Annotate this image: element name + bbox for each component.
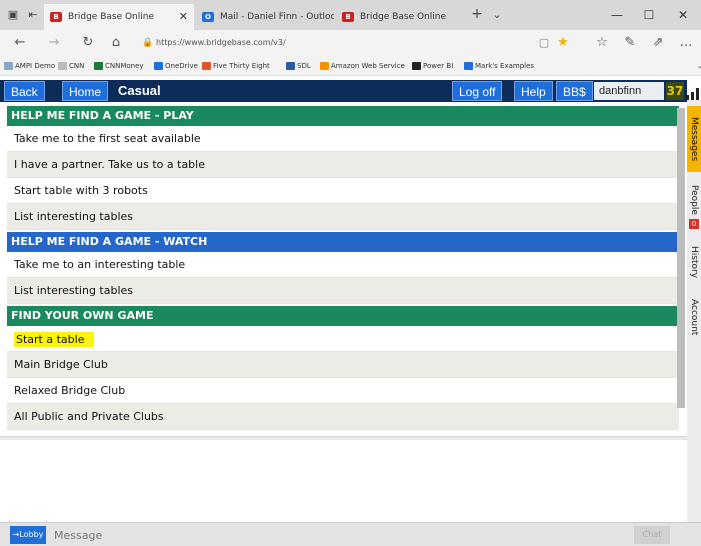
fav-ampi-demo[interactable]: AMPI Demo — [4, 59, 55, 73]
help-button[interactable]: Help — [514, 81, 553, 101]
new-tab-icon[interactable]: + — [470, 7, 484, 21]
menu-item[interactable]: Take me to the first seat available — [7, 126, 679, 152]
maximize-icon[interactable]: ☐ — [634, 4, 664, 26]
menu-list: HELP ME FIND A GAME - PLAY Take me to th… — [0, 106, 687, 436]
chat-bar: →Lobby Chat — [0, 522, 701, 546]
fav-cnn[interactable]: CNN — [58, 59, 84, 73]
tab-label: Mail - Daniel Finn - Outlook — [220, 12, 334, 22]
menu-item[interactable]: All Public and Private Clubs — [7, 404, 679, 430]
section-header-play: HELP ME FIND A GAME - PLAY — [7, 106, 679, 126]
username-display[interactable]: danbfinn — [594, 82, 664, 100]
fav-five-thirty-eight[interactable]: Five Thirty Eight — [202, 59, 270, 73]
tab-label: Bridge Base Online — [68, 12, 155, 22]
fav-sdl[interactable]: SDL — [286, 59, 311, 73]
tab-messages[interactable]: Messages — [687, 106, 701, 172]
menu-item-start-table[interactable]: Start a table — [7, 326, 679, 352]
message-input[interactable] — [50, 526, 630, 544]
reading-view-icon[interactable]: ▢ — [534, 33, 554, 53]
tab-actions-icon[interactable]: ▣ — [6, 8, 20, 22]
app-header: Back Home Casual Log off Help BB$ danbfi… — [0, 80, 699, 102]
favorites-hub-icon[interactable]: ☆ — [592, 33, 612, 53]
bbo-icon: B — [342, 12, 354, 22]
bbs-button[interactable]: BB$ — [556, 81, 593, 101]
chevron-down-icon[interactable]: ⌄ — [490, 8, 504, 22]
lock-icon: 🔒 — [142, 38, 154, 48]
pen-icon[interactable]: ✎ — [620, 33, 640, 53]
menu-item[interactable]: List interesting tables — [7, 278, 679, 304]
url-field[interactable]: 🔒 https://www.bridgebase.com/v3/ — [140, 34, 520, 52]
scrollbar[interactable] — [677, 108, 685, 408]
chat-button[interactable]: Chat — [634, 526, 670, 544]
close-window-icon[interactable]: ✕ — [668, 4, 698, 26]
favorite-star-icon[interactable]: ★ — [553, 33, 573, 53]
fav-power-bi[interactable]: Power BI — [412, 59, 453, 73]
home-icon[interactable]: ⌂ — [106, 33, 126, 53]
tab-people-label: People — [689, 184, 699, 215]
tab-preview-icon[interactable]: ⇤ — [26, 8, 40, 22]
close-icon[interactable]: ✕ — [179, 4, 188, 30]
refresh-icon[interactable]: ↻ — [78, 33, 98, 53]
people-count-badge: 0 — [689, 219, 699, 230]
favorites-bar: AMPI Demo CNN CNNMoney OneDrive Five Thi… — [0, 56, 701, 76]
tab-label: Bridge Base Online — [360, 12, 447, 22]
menu-item[interactable]: List interesting tables — [7, 204, 679, 230]
browser-tab-outlook[interactable]: O Mail - Daniel Finn - Outlook — [196, 4, 334, 30]
status-badge: 37 — [666, 82, 684, 100]
back-button[interactable]: Back — [4, 81, 45, 101]
browser-tab-bbo-2[interactable]: B Bridge Base Online — [336, 4, 466, 30]
splitter[interactable] — [0, 436, 687, 440]
address-bar: ← → ↻ ⌂ 🔒 https://www.bridgebase.com/v3/… — [0, 30, 701, 56]
tab-people[interactable]: People 0 — [687, 180, 701, 234]
section-header-watch: HELP ME FIND A GAME - WATCH — [7, 232, 679, 252]
page-title: Casual — [118, 83, 161, 98]
share-icon[interactable]: ⇗ — [648, 33, 668, 53]
fav-cnnmoney[interactable]: CNNMoney — [94, 59, 144, 73]
menu-item[interactable]: I have a partner. Take us to a table — [7, 152, 679, 178]
bbo-icon: B — [50, 12, 62, 22]
logoff-button[interactable]: Log off — [452, 81, 503, 101]
lobby-button[interactable]: →Lobby — [10, 526, 46, 544]
tab-account[interactable]: Account — [687, 292, 701, 342]
outlook-icon: O — [202, 12, 214, 22]
forward-arrow-icon[interactable]: → — [44, 33, 64, 53]
fav-marks-examples[interactable]: Mark's Examples — [464, 59, 534, 73]
fav-onedrive[interactable]: OneDrive — [154, 59, 198, 73]
minimize-icon[interactable]: — — [602, 4, 632, 26]
chevron-down-icon[interactable]: ⌄ — [686, 59, 701, 73]
menu-item[interactable]: Relaxed Bridge Club — [7, 378, 679, 404]
home-button[interactable]: Home — [62, 81, 109, 101]
menu-item[interactable]: Start table with 3 robots — [7, 178, 679, 204]
menu-item[interactable]: Main Bridge Club — [7, 352, 679, 378]
browser-tab-bar: ▣ ⇤ B Bridge Base Online ✕ O Mail - Dani… — [0, 0, 701, 30]
section-header-find-own: FIND YOUR OWN GAME — [7, 306, 679, 326]
side-tab-bar: Messages People 0 History Account — [687, 100, 701, 522]
menu-item[interactable]: Take me to an interesting table — [7, 252, 679, 278]
fav-amazon-web-service[interactable]: Amazon Web Service — [320, 59, 405, 73]
url-text: https://www.bridgebase.com/v3/ — [156, 38, 286, 47]
back-arrow-icon[interactable]: ← — [10, 33, 30, 53]
more-icon[interactable]: … — [676, 33, 696, 53]
tab-history[interactable]: History — [687, 240, 701, 284]
browser-tab-bbo[interactable]: B Bridge Base Online ✕ — [44, 4, 194, 30]
